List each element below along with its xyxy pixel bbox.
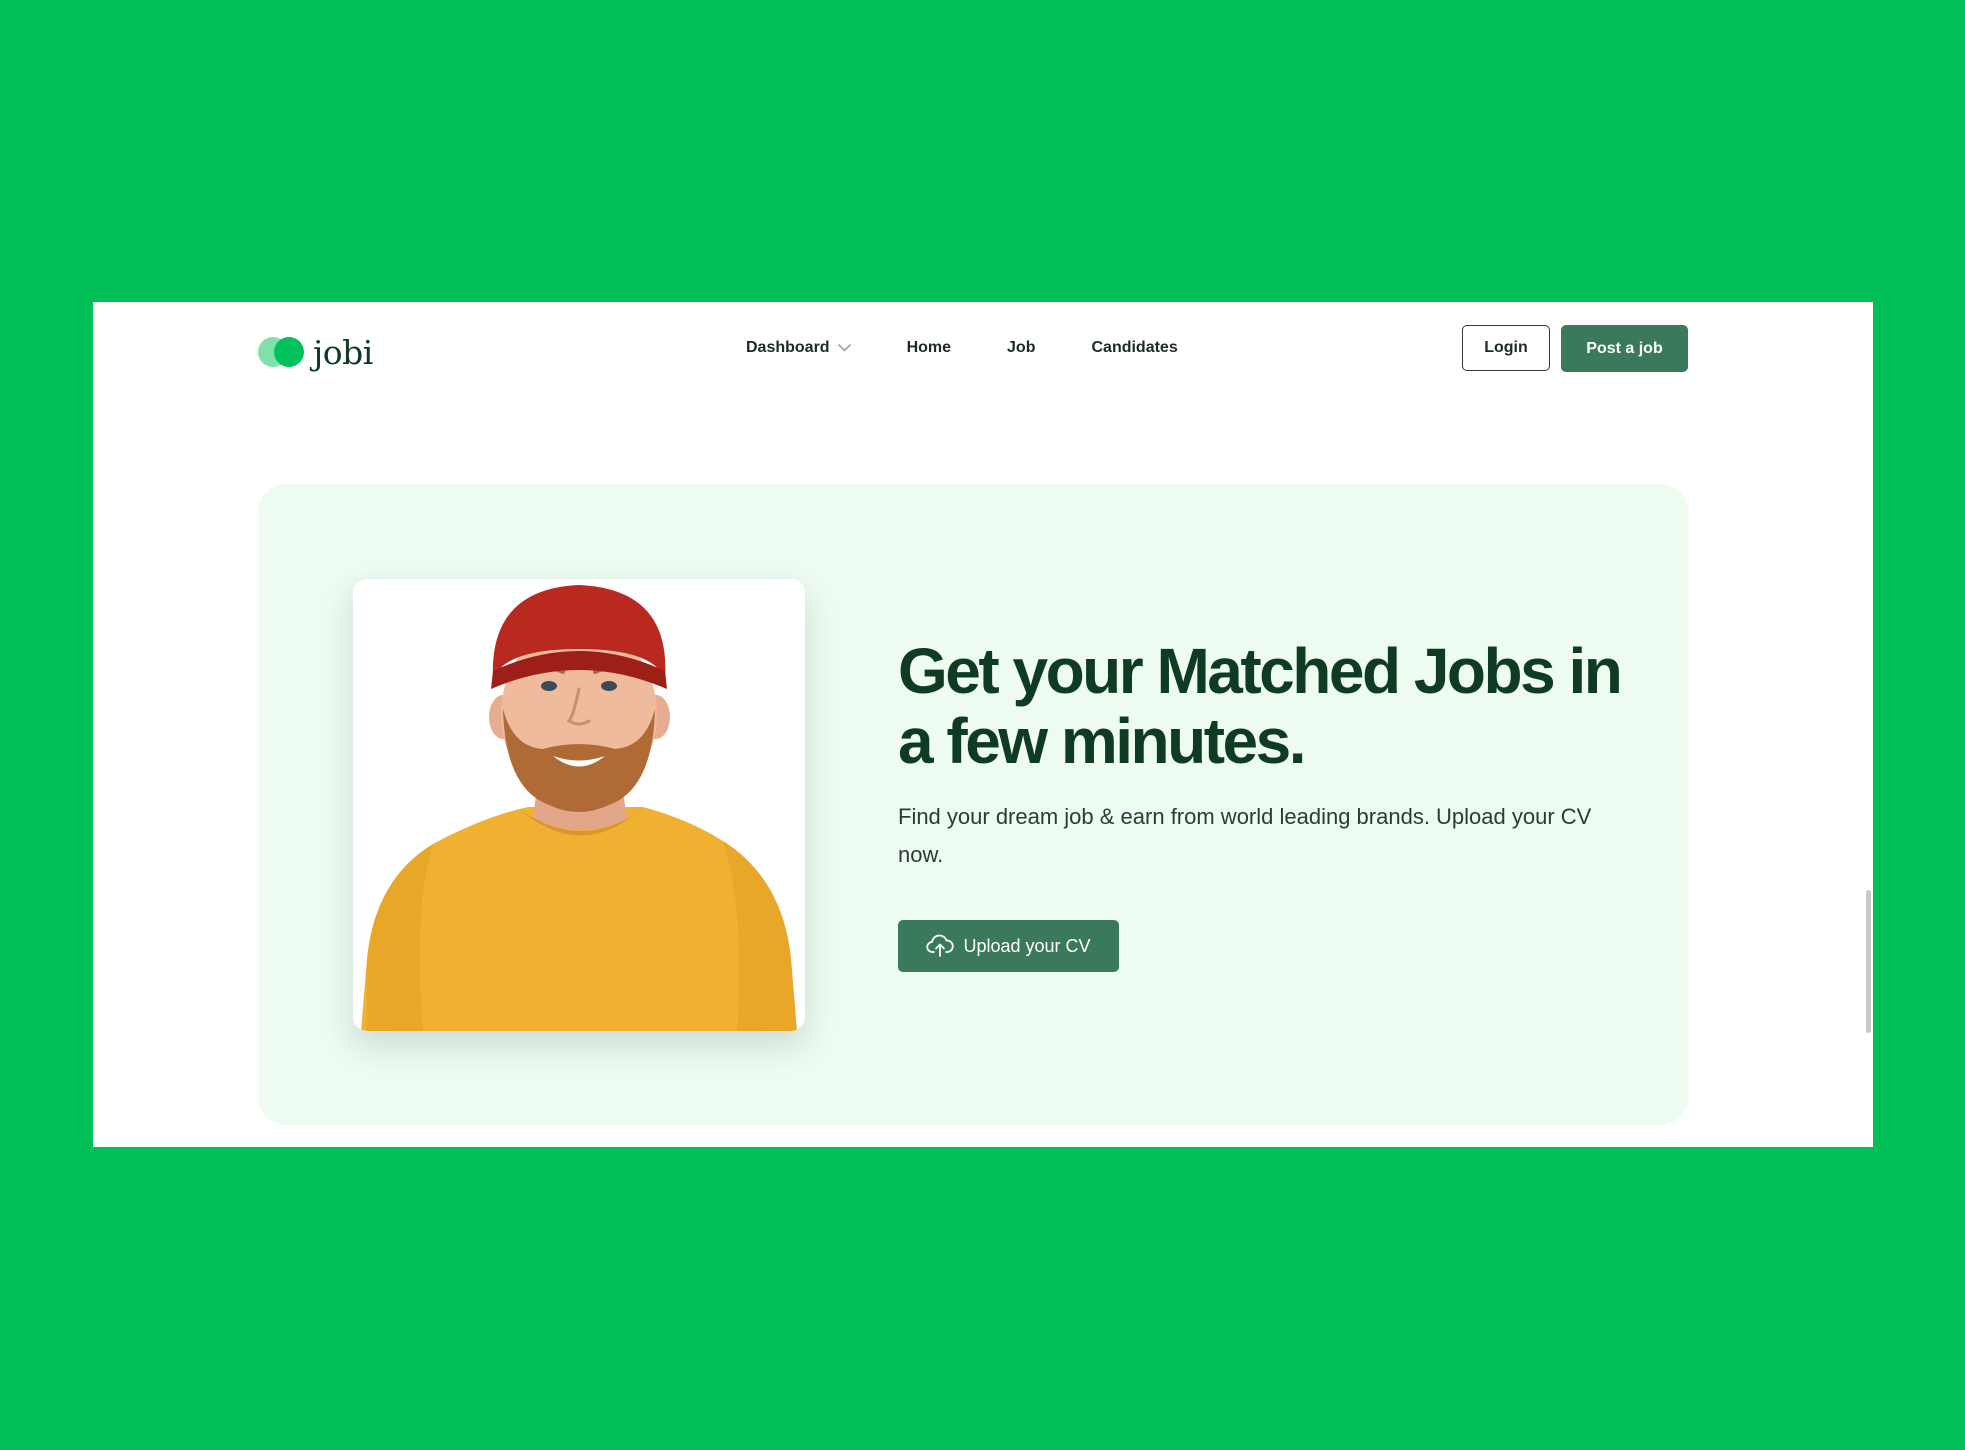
hero-section: Get your Matched Jobs in a few minutes. … [258, 484, 1688, 1125]
nav-item-label: Job [1007, 339, 1036, 356]
hero-headline: Get your Matched Jobs in a few minutes. [898, 635, 1623, 777]
login-button[interactable]: Login [1462, 325, 1550, 371]
hero-subtext: Find your dream job & earn from world le… [898, 804, 1592, 867]
logo-mark-icon [258, 337, 304, 367]
upload-cv-button[interactable]: Upload your CV [898, 920, 1119, 972]
cloud-upload-icon [926, 934, 955, 958]
scrollbar-thumb[interactable] [1866, 890, 1871, 1033]
nav-item-label: Candidates [1091, 339, 1178, 356]
nav-item-dashboard[interactable]: Dashboard [746, 339, 851, 357]
browser-viewport: jobi Dashboard Home Job Candidates Login… [93, 302, 1873, 1147]
nav-item-label: Dashboard [746, 339, 830, 356]
nav-item-home[interactable]: Home [907, 339, 951, 357]
nav-item-label: Home [906, 339, 952, 356]
hero-photo [353, 579, 805, 1031]
post-job-button[interactable]: Post a job [1561, 325, 1688, 372]
nav-item-candidates[interactable]: Candidates [1091, 339, 1177, 357]
logo-text: jobi [313, 332, 373, 372]
chevron-down-icon [837, 344, 851, 352]
logo[interactable]: jobi [258, 331, 373, 373]
main-nav: Dashboard Home Job Candidates [746, 339, 1178, 357]
upload-cv-label: Upload your CV [963, 935, 1091, 956]
person-illustration [353, 579, 805, 1031]
nav-item-job[interactable]: Job [1007, 339, 1035, 357]
